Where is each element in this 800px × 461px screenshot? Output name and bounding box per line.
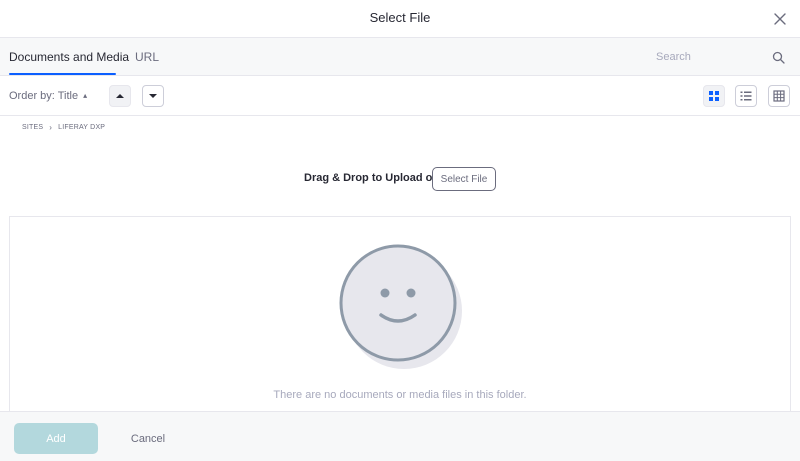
search-input[interactable] <box>648 46 768 68</box>
tab-url[interactable]: URL <box>135 50 159 64</box>
navigation-bar: Documents and Media URL <box>0 38 800 76</box>
close-icon <box>774 13 786 25</box>
modal-title: Select File <box>369 10 431 25</box>
modal-header: Select File <box>0 0 800 38</box>
empty-state-panel: There are no documents or media files in… <box>9 216 791 416</box>
grid-icon <box>709 91 719 101</box>
close-button[interactable] <box>772 11 788 27</box>
order-by-label: Order by: Title <box>9 90 79 102</box>
cards-view-button[interactable] <box>703 85 725 107</box>
table-icon <box>773 90 785 102</box>
order-by-dropdown[interactable]: Order by: Title ▴ <box>9 90 87 102</box>
breadcrumb-item-liferay-dxp: LIFERAY DXP <box>58 124 106 131</box>
search-button[interactable] <box>772 51 785 64</box>
select-file-button[interactable]: Select File <box>432 167 496 191</box>
tab-documents-and-media[interactable]: Documents and Media <box>9 50 129 64</box>
modal-footer: Add Cancel <box>0 411 800 461</box>
upload-area: Drag & Drop to Upload or Select File <box>0 166 800 192</box>
table-view-button[interactable] <box>768 85 790 107</box>
sort-ascending-button[interactable] <box>109 85 131 107</box>
caret-down-icon <box>149 94 157 98</box>
caret-up-icon <box>116 94 124 98</box>
management-toolbar: Order by: Title ▴ <box>0 76 800 116</box>
cancel-button[interactable]: Cancel <box>118 423 178 454</box>
breadcrumb-item-sites[interactable]: SITES <box>22 124 43 131</box>
add-button[interactable]: Add <box>14 423 98 454</box>
list-view-button[interactable] <box>735 85 757 107</box>
smiley-face-icon <box>339 244 462 369</box>
drag-drop-label: Drag & Drop to Upload or <box>304 172 437 184</box>
list-icon <box>740 91 752 101</box>
caret-double-icon: ▴ <box>83 91 88 100</box>
breadcrumb: SITES › LIFERAY DXP <box>22 123 105 132</box>
chevron-right-icon: › <box>49 123 53 132</box>
sort-descending-button[interactable] <box>142 85 164 107</box>
empty-state-message: There are no documents or media files in… <box>273 389 527 401</box>
search-icon <box>772 51 785 64</box>
active-tab-indicator <box>9 73 116 75</box>
